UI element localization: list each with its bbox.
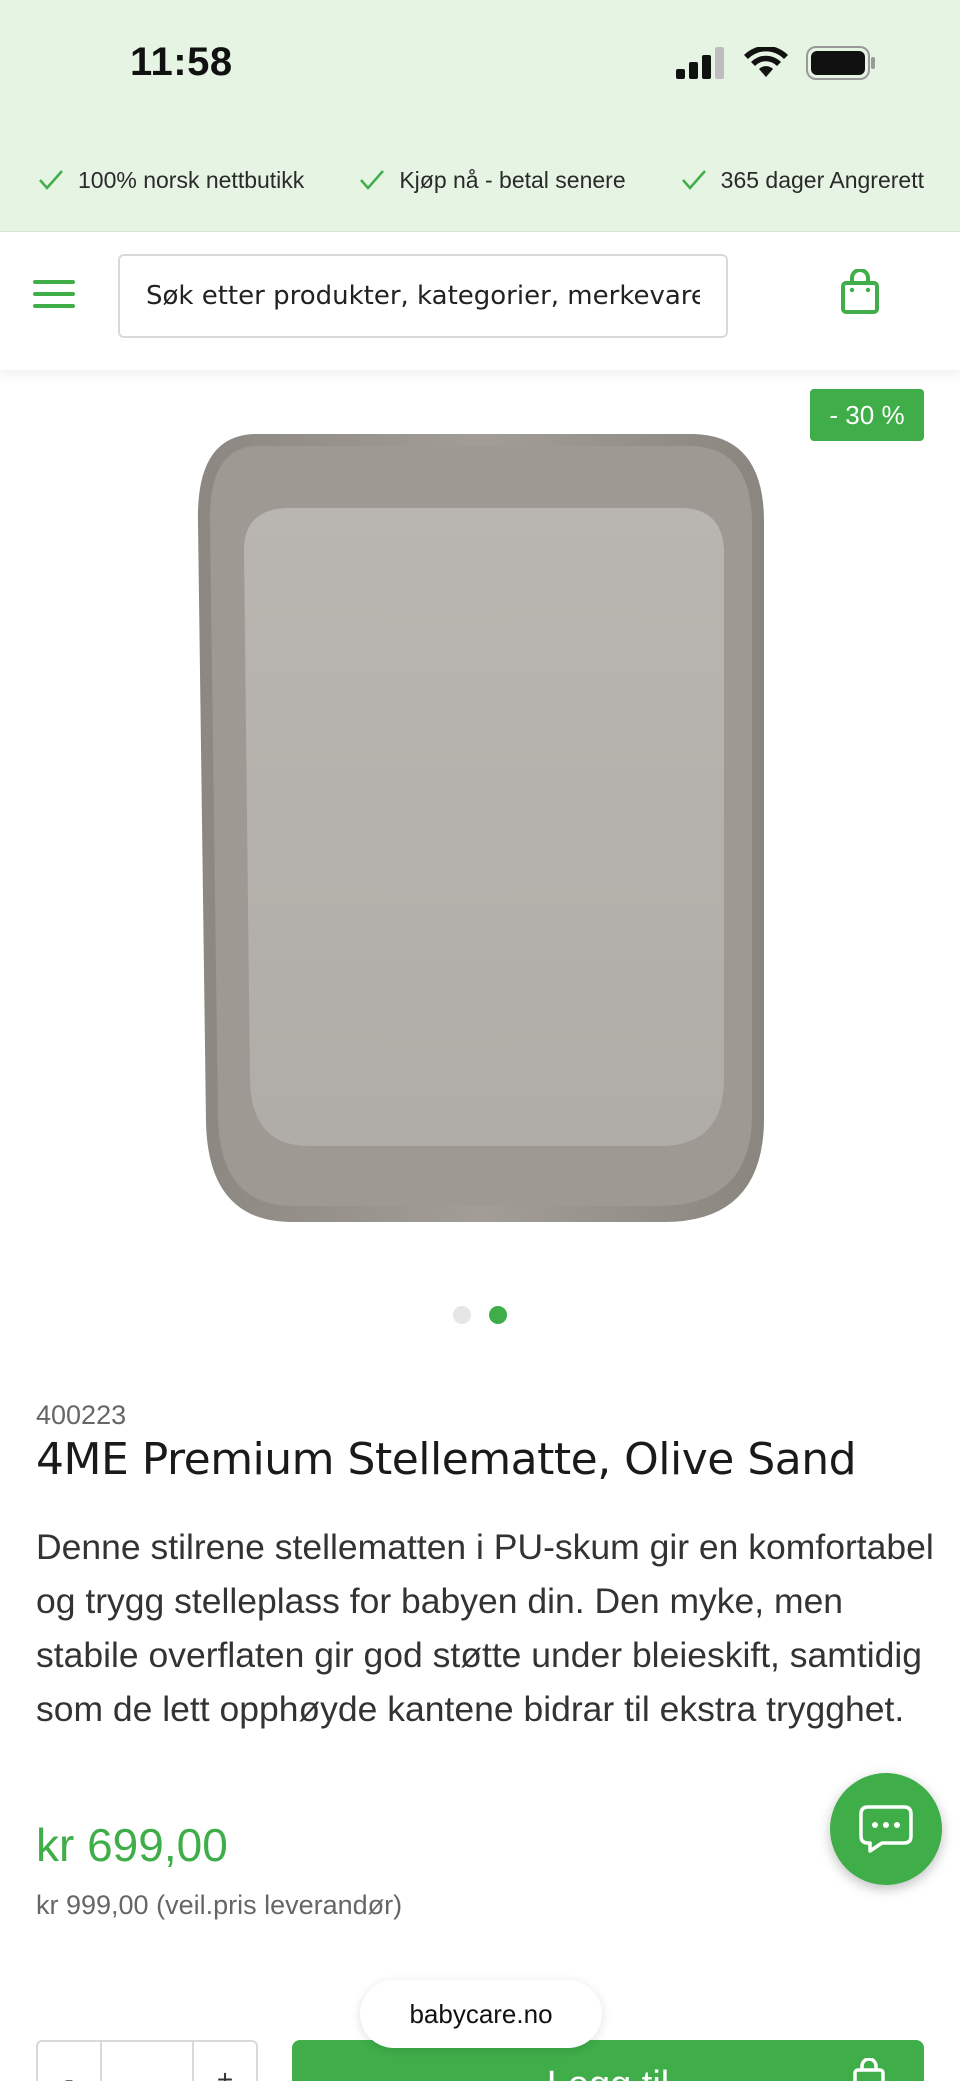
product-gallery[interactable]: - 30 %: [0, 370, 960, 1330]
quantity-stepper: - +: [36, 2040, 258, 2081]
hamburger-menu-icon: [33, 280, 75, 308]
product-title: 4ME Premium Stellematte, Olive Sand: [36, 1434, 857, 1485]
product-price: kr 699,00: [36, 1819, 228, 1871]
wifi-icon: [744, 47, 788, 77]
site-header: [0, 232, 960, 370]
status-bar: 11:58: [0, 0, 960, 130]
status-time: 11:58: [130, 40, 233, 84]
chat-button[interactable]: [830, 1773, 942, 1885]
checkmark-icon: [360, 170, 385, 190]
menu-button[interactable]: [28, 268, 80, 320]
qty-increase-button[interactable]: +: [194, 2042, 256, 2081]
shopping-bag-icon: [841, 269, 879, 314]
search-input[interactable]: [118, 254, 728, 338]
cart-button[interactable]: [832, 262, 888, 322]
browser-url-pill[interactable]: babycare.no: [360, 1980, 602, 2048]
status-icons: [676, 46, 876, 80]
usp-item: Kjøp nå - betal senere: [359, 166, 626, 194]
add-to-cart-label: Legg til: [547, 2064, 670, 2081]
discount-badge: - 30 %: [810, 389, 924, 441]
usp-label: 365 dager Angrerett: [720, 166, 924, 193]
qty-decrease-button[interactable]: -: [38, 2042, 102, 2081]
qty-input[interactable]: [102, 2042, 194, 2081]
gallery-pagination: [0, 1306, 960, 1324]
usp-row: 100% norsk nettbutikk Kjøp nå - betal se…: [0, 160, 960, 200]
gallery-dot[interactable]: [453, 1306, 471, 1324]
product-old-price: kr 999,00 (veil.pris leverandør): [36, 1890, 403, 1920]
changing-mat-image: [197, 434, 764, 1222]
chat-bubble-icon: [859, 1805, 913, 1853]
cellular-signal-icon: [676, 47, 724, 79]
battery-icon: [806, 46, 875, 80]
usp-item: 365 dager Angrerett: [681, 167, 924, 194]
gallery-dot-active[interactable]: [489, 1306, 507, 1324]
shopping-bag-icon: [853, 2058, 885, 2081]
usp-label: Kjøp nå - betal senere: [399, 166, 626, 193]
checkmark-icon: [681, 170, 706, 190]
product-description: Denne stilrene stellematten i PU-skum gi…: [36, 1527, 934, 1729]
checkmark-icon: [39, 170, 63, 190]
usp-label: 100% norsk nettbutikk: [78, 166, 305, 193]
usp-item: 100% norsk nettbutikk: [38, 167, 304, 194]
product-sku: 400223: [36, 1400, 127, 1430]
